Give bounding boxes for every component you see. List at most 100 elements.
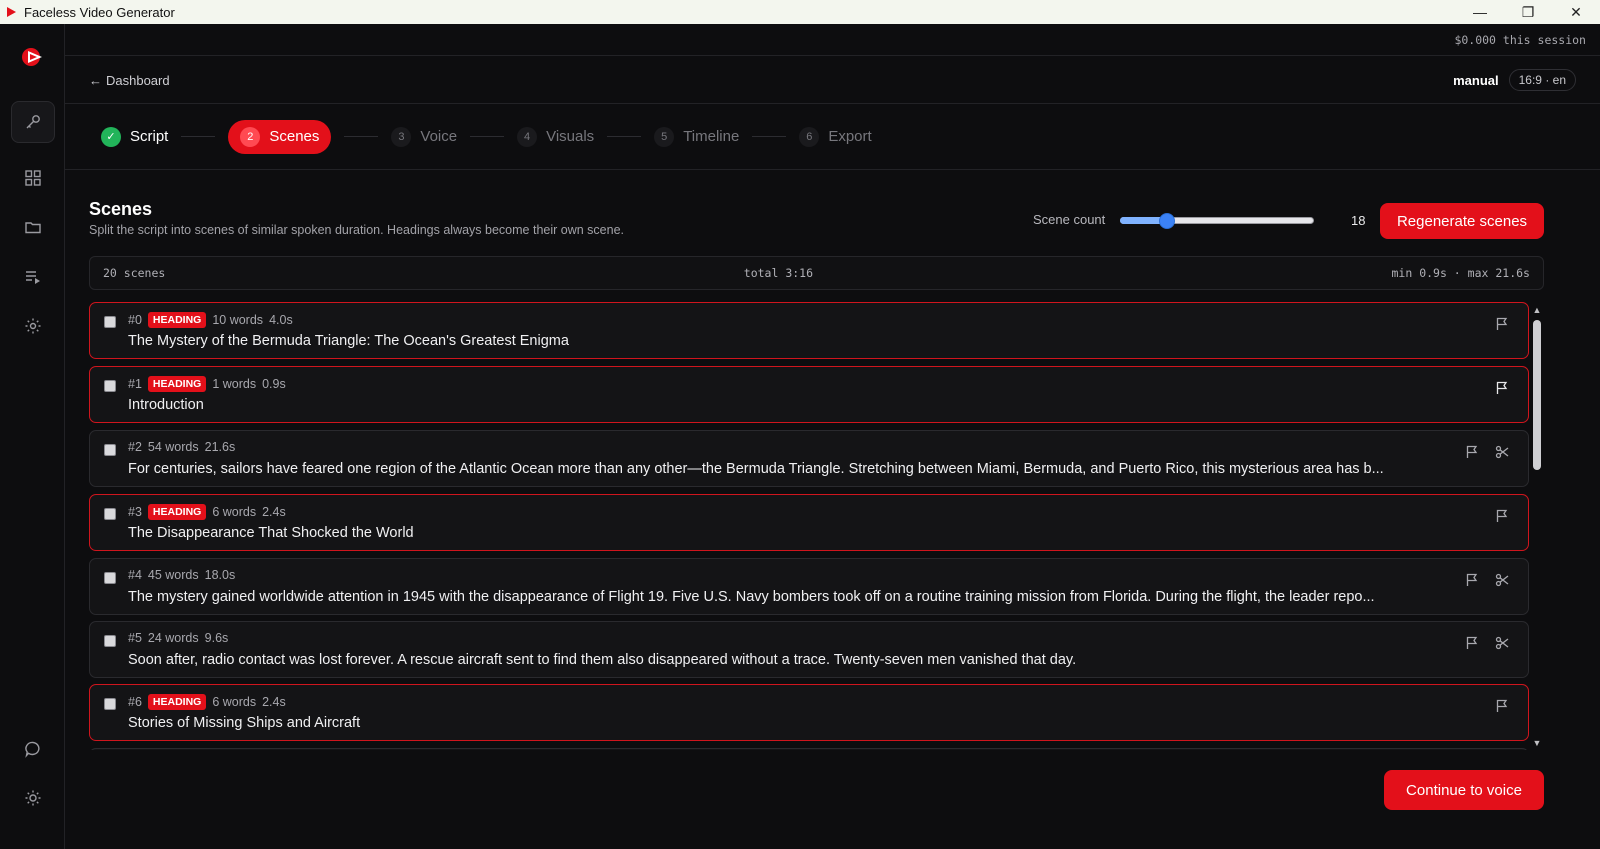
- regenerate-scenes-button[interactable]: Regenerate scenes: [1380, 203, 1544, 239]
- scroll-up-icon[interactable]: ▲: [1532, 305, 1542, 315]
- sidebar-item-dashboard[interactable]: [11, 157, 55, 199]
- page-title: Scenes: [89, 199, 153, 219]
- window-titlebar: Faceless Video Generator — ❐ ✕: [0, 0, 1600, 24]
- step-separator: [344, 136, 379, 137]
- scene-index: #5: [128, 631, 142, 645]
- scene-text: The Disappearance That Shocked the World: [128, 525, 414, 541]
- step-scenes[interactable]: 2 Scenes: [228, 119, 332, 154]
- scene-index: #1: [128, 377, 142, 391]
- scene-index: #3: [128, 505, 142, 519]
- scene-duration: 4.0s: [269, 313, 293, 327]
- scene-word-count: 10 words: [212, 313, 264, 327]
- scene-count-value: 18: [1351, 213, 1366, 228]
- chat-icon: [25, 741, 40, 758]
- scene-row[interactable]: #1 HEADING 1 words 0.9s Introduction: [89, 366, 1529, 423]
- flag-icon[interactable]: [1495, 699, 1511, 715]
- page-header: ← Dashboard manual 16:9 · en: [65, 57, 1600, 104]
- grid-icon: [25, 170, 41, 186]
- scene-index: #2: [128, 440, 142, 454]
- aspect-language-pill: 16:9 · en: [1508, 69, 1576, 91]
- scene-row[interactable]: [89, 748, 1529, 750]
- scene-list: #0 HEADING 10 words 4.0s The Mystery of the…: [89, 302, 1529, 750]
- sidebar-item-chat[interactable]: [11, 728, 55, 770]
- scene-text: Introduction: [128, 397, 204, 413]
- scissors-icon[interactable]: [1495, 573, 1511, 589]
- scene-list-scrollbar[interactable]: ▲ ▼: [1530, 302, 1544, 750]
- scene-checkbox[interactable]: [104, 508, 116, 520]
- scene-duration: 9.6s: [204, 631, 229, 645]
- scissors-icon[interactable]: [1495, 445, 1511, 461]
- scene-row[interactable]: #2 54 words 21.6s For centuries, sailors h…: [89, 430, 1529, 487]
- sidebar-item-keys[interactable]: [11, 101, 55, 143]
- sun-icon: [25, 790, 41, 806]
- playlist-icon: [26, 271, 40, 284]
- step-number: 6: [799, 126, 820, 147]
- scissors-icon[interactable]: [1495, 636, 1511, 652]
- close-button[interactable]: ✕: [1552, 0, 1600, 24]
- scroll-down-icon[interactable]: ▼: [1532, 738, 1542, 748]
- scene-text: For centuries, sailors have feared one r…: [128, 461, 1384, 477]
- step-export[interactable]: 6 Export: [799, 120, 872, 154]
- sidebar-item-queue[interactable]: [11, 256, 55, 298]
- scene-checkbox[interactable]: [104, 380, 116, 392]
- sidebar-item-theme[interactable]: [11, 777, 55, 819]
- scene-index: #6: [128, 695, 142, 709]
- scene-row[interactable]: #6 HEADING 6 words 2.4s Stories of Missing …: [89, 684, 1529, 741]
- flag-icon[interactable]: [1465, 636, 1481, 652]
- restore-button[interactable]: ❐: [1504, 0, 1552, 24]
- scene-duration: 21.6s: [204, 440, 236, 454]
- check-icon: ✓: [101, 126, 121, 147]
- scene-checkbox[interactable]: [104, 698, 116, 710]
- flag-icon[interactable]: [1495, 509, 1511, 525]
- step-script[interactable]: ✓ Script: [101, 120, 168, 154]
- scene-count-slider[interactable]: [1120, 213, 1314, 229]
- flag-icon[interactable]: [1465, 445, 1481, 461]
- flag-icon[interactable]: [1495, 381, 1511, 397]
- step-timeline[interactable]: 5 Timeline: [654, 120, 739, 154]
- scene-duration: 18.0s: [204, 568, 236, 582]
- scene-word-count: 54 words: [147, 440, 199, 454]
- window-title: Faceless Video Generator: [24, 4, 175, 20]
- scene-checkbox[interactable]: [104, 635, 116, 647]
- scene-row[interactable]: #3 HEADING 6 words 2.4s The Disappearance T…: [89, 494, 1529, 551]
- brand-logo-icon[interactable]: [20, 44, 46, 70]
- continue-to-voice-button[interactable]: Continue to voice: [1384, 770, 1544, 810]
- scene-index: #4: [128, 568, 142, 582]
- sidebar-item-settings[interactable]: [11, 305, 55, 347]
- step-visuals[interactable]: 4 Visuals: [517, 120, 594, 154]
- scene-word-count: 6 words: [212, 505, 257, 519]
- step-number: 2: [240, 126, 261, 147]
- step-label: Visuals: [546, 128, 595, 145]
- scrollbar-thumb[interactable]: [1533, 320, 1541, 470]
- scene-row[interactable]: #4 45 words 18.0s The mystery gained world…: [89, 558, 1529, 615]
- scene-checkbox[interactable]: [104, 444, 116, 456]
- heading-badge: HEADING: [147, 504, 207, 520]
- scene-count-stat: 20 scenes: [103, 266, 166, 280]
- step-number: 3: [391, 126, 412, 147]
- sidebar-item-projects[interactable]: [11, 206, 55, 248]
- session-cost-bar: $0.000 this session: [65, 24, 1600, 56]
- scene-word-count: 24 words: [147, 631, 199, 645]
- scene-count-label: Scene count: [1033, 212, 1106, 227]
- back-to-dashboard-link[interactable]: ← Dashboard: [89, 73, 170, 88]
- scene-checkbox[interactable]: [104, 572, 116, 584]
- flag-icon[interactable]: [1495, 317, 1511, 333]
- scene-stats-bar: 20 scenes total 3:16 min 0.9s · max 21.6…: [89, 256, 1544, 290]
- step-label: Timeline: [683, 128, 740, 145]
- step-voice[interactable]: 3 Voice: [391, 120, 457, 154]
- sidebar: [0, 24, 65, 849]
- flag-icon[interactable]: [1465, 573, 1481, 589]
- scene-checkbox[interactable]: [104, 316, 116, 328]
- scene-row[interactable]: #0 HEADING 10 words 4.0s The Mystery of the…: [89, 302, 1529, 359]
- slider-thumb[interactable]: [1159, 213, 1175, 229]
- step-separator: [752, 136, 787, 137]
- scene-text: Stories of Missing Ships and Aircraft: [128, 715, 361, 731]
- minimize-button[interactable]: —: [1456, 0, 1504, 24]
- step-label: Export: [828, 128, 872, 145]
- scene-word-count: 45 words: [147, 568, 199, 582]
- step-separator: [470, 136, 505, 137]
- step-label: Script: [130, 128, 169, 145]
- folder-icon: [25, 222, 41, 234]
- scene-row[interactable]: #5 24 words 9.6s Soon after, radio contact…: [89, 621, 1529, 678]
- page-subtitle: Split the script into scenes of similar …: [89, 223, 624, 237]
